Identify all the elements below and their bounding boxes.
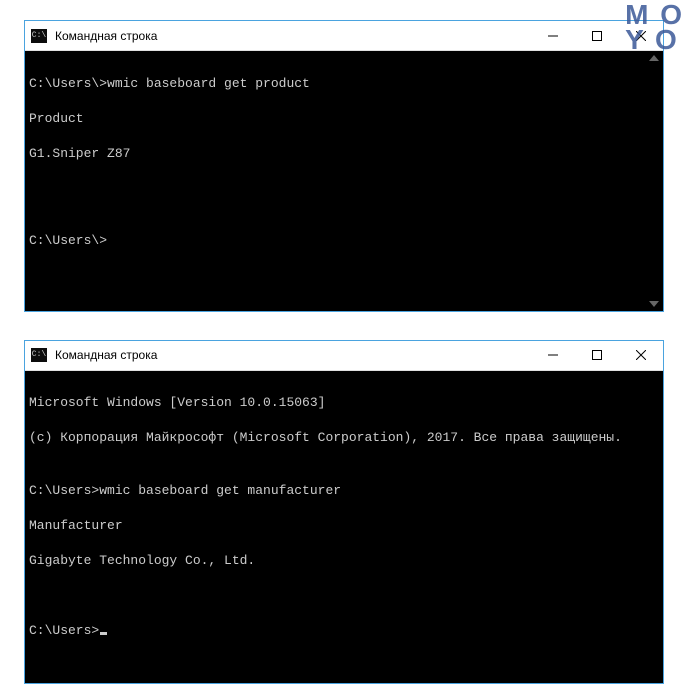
terminal-line: Microsoft Windows [Version 10.0.15063]	[29, 394, 659, 412]
terminal-prompt: C:\Users>	[29, 622, 659, 640]
titlebar[interactable]: C:\ Командная строка	[25, 21, 663, 51]
minimize-button[interactable]	[531, 341, 575, 370]
minimize-icon	[548, 350, 558, 360]
terminal-line: C:\Users>wmic baseboard get manufacturer	[29, 482, 659, 500]
terminal-line: (c) Корпорация Майкрософт (Microsoft Cor…	[29, 429, 659, 447]
terminal-prompt: C:\Users\>	[29, 232, 659, 250]
minimize-icon	[548, 31, 558, 41]
titlebar[interactable]: C:\ Командная строка	[25, 341, 663, 371]
cmd-window-manufacturer: C:\ Командная строка Microsoft Windows […	[24, 340, 664, 684]
close-icon	[636, 350, 646, 360]
cmd-icon-glyph: C:\	[32, 351, 46, 359]
cmd-icon: C:\	[31, 348, 47, 362]
watermark-logo: M O Y O	[625, 2, 684, 52]
terminal-line: Gigabyte Technology Co., Ltd.	[29, 552, 659, 570]
terminal-line: G1.Sniper Z87	[29, 145, 659, 163]
maximize-button[interactable]	[575, 21, 619, 50]
cmd-icon: C:\	[31, 29, 47, 43]
maximize-icon	[592, 350, 602, 360]
maximize-icon	[592, 31, 602, 41]
terminal-line: Manufacturer	[29, 517, 659, 535]
cmd-icon-glyph: C:\	[32, 32, 46, 40]
window-title: Командная строка	[55, 29, 531, 43]
terminal-line: Product	[29, 110, 659, 128]
close-button[interactable]	[619, 341, 663, 370]
terminal-output[interactable]: Microsoft Windows [Version 10.0.15063] (…	[25, 371, 663, 683]
terminal-line: C:\Users\>wmic baseboard get product	[29, 75, 659, 93]
window-title: Командная строка	[55, 348, 531, 362]
watermark-line2: Y O	[625, 27, 684, 52]
window-controls	[531, 341, 663, 370]
cmd-window-product: C:\ Командная строка C:\Users\>wmic base…	[24, 20, 664, 312]
minimize-button[interactable]	[531, 21, 575, 50]
cursor-icon	[100, 632, 107, 635]
maximize-button[interactable]	[575, 341, 619, 370]
scroll-up-icon[interactable]	[649, 55, 659, 61]
terminal-output[interactable]: C:\Users\>wmic baseboard get product Pro…	[25, 51, 663, 311]
scrollbar[interactable]	[647, 55, 661, 307]
terminal-blank	[29, 197, 659, 215]
scroll-down-icon[interactable]	[649, 301, 659, 307]
